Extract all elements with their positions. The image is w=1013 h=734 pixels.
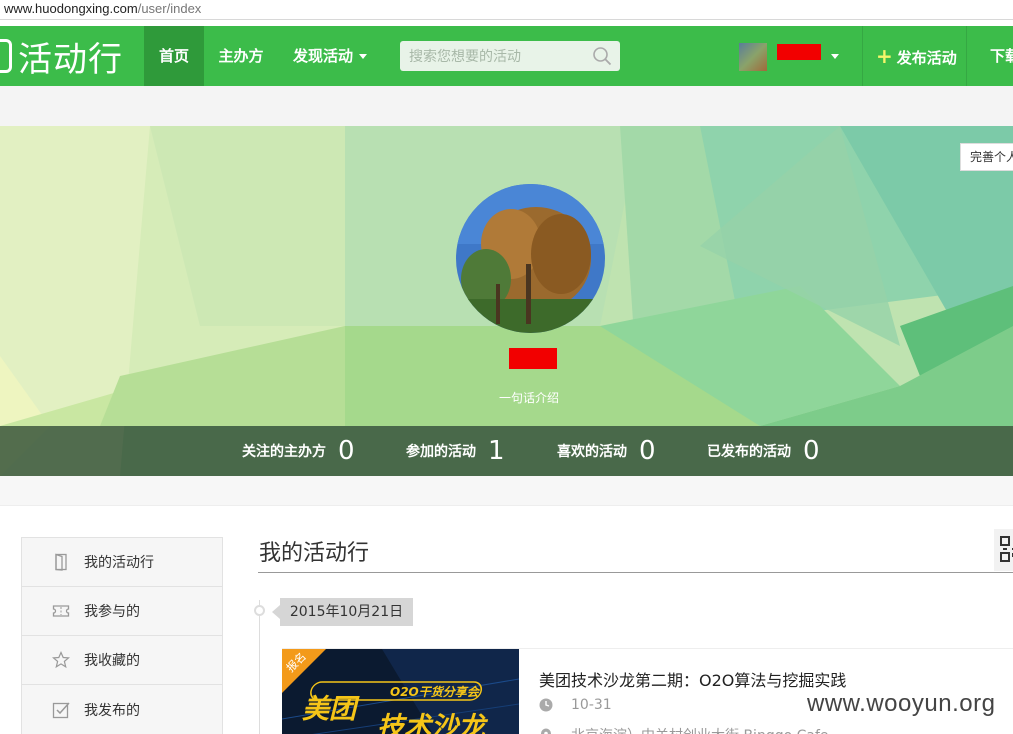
ticket-icon [52,605,70,617]
nav-divider [966,26,967,86]
sidebar-item-label: 我收藏的 [84,653,140,669]
banner-text-salon: 技术沙龙 [377,712,485,734]
location-pin-icon [541,728,551,734]
site-logo[interactable]: 活动行 [0,34,123,80]
sidebar-item-published[interactable]: 我发布的 [22,685,222,734]
sidebar-item-favorites[interactable]: 我收藏的 [22,636,222,685]
page: www.huodongxing.com/user/index 活动行 首页 主办… [0,0,1013,734]
banner-subtitle: O2O干货分享会 [390,685,479,699]
title-underline [258,572,1013,573]
event-location-value: 北京海淀）中关村创业大街·Binggo Cafe [571,725,829,734]
sidebar-item-label: 我的活动行 [84,555,154,571]
address-bar[interactable]: www.huodongxing.com/user/index [0,0,1013,20]
nav-discover-label: 发现活动 [292,47,353,65]
plus-icon: + [876,44,893,68]
stat-value: 1 [488,436,505,466]
stat-followed-organizers[interactable]: 关注的主办方 0 [242,426,355,476]
event-time-value: 10-31 [571,697,612,713]
nav-discover[interactable]: 发现活动 [280,26,380,86]
section-spacer [0,476,1013,506]
user-menu-chevron-icon[interactable] [831,54,839,59]
sidebar-item-joined[interactable]: 我参与的 [22,587,222,636]
nav-organizers[interactable]: 主办方 [204,26,278,86]
url-host: www.huodongxing.com [4,1,138,16]
nav-divider [862,26,863,86]
watermark-text: www.wooyun.org [807,690,996,717]
logo-text: 活动行 [18,39,123,80]
sidebar-item-label: 我发布的 [84,702,140,719]
avatar-photo [456,184,605,333]
event-title-link[interactable]: 美团技术沙龙第二期：O2O算法与挖掘实践 [539,667,846,691]
stat-joined-events[interactable]: 参加的活动 1 [406,426,505,476]
stat-published-events[interactable]: 已发布的活动 0 [707,426,820,476]
stat-label: 参加的活动 [406,444,476,460]
search-box [400,41,620,71]
url-path: /user/index [137,1,202,16]
search-icon[interactable] [592,46,612,66]
stat-liked-events[interactable]: 喜欢的活动 0 [557,426,656,476]
profile-bio[interactable]: 一句话介绍 [0,389,1013,406]
qr-code-icon[interactable] [994,529,1013,571]
publish-event-button[interactable]: + 发布活动 [876,26,957,86]
header-spacer [0,86,1013,126]
top-navbar: 活动行 首页 主办方 发现活动 +发布活动 下载 [0,26,1013,86]
clock-icon [539,698,553,712]
stat-label: 已发布的活动 [707,444,791,460]
profile-stats-bar [0,426,1013,476]
search-input[interactable] [400,41,585,71]
check-icon [52,701,70,718]
main-section-title: 我的活动行 [259,541,370,566]
complete-profile-button[interactable]: 完善个人 [960,143,1013,171]
event-thumbnail[interactable]: 报名 O2O干货分享会 美团 技术沙龙 [282,649,519,734]
timeline-line [259,600,260,734]
stat-label: 喜欢的活动 [557,444,627,460]
stat-value: 0 [803,436,820,466]
sidebar-item-my-huodongxing[interactable]: 我的活动行 [22,538,222,587]
timeline-dot [254,605,265,616]
sidebar-item-label: 我参与的 [84,604,140,620]
redacted-username[interactable] [777,44,821,60]
logo-mark-icon [0,39,12,73]
chevron-down-icon [359,54,367,59]
nav-home[interactable]: 首页 [144,26,204,86]
stat-label: 关注的主办方 [242,444,326,460]
download-link[interactable]: 下载 [990,26,1013,86]
event-time: 10-31 [539,697,612,713]
timeline-date: 2015年10月21日 [272,598,413,626]
user-avatar-small[interactable] [739,43,767,71]
stat-value: 0 [338,436,355,466]
redacted-profile-name [509,348,557,369]
sidebar: 我的活动行 我参与的 我收藏的 我发布的 [21,537,223,734]
door-icon [55,553,67,571]
banner-text-meituan: 美团 [302,694,356,725]
profile-avatar[interactable] [456,184,605,333]
star-icon [52,651,70,669]
publish-label: 发布活动 [896,49,957,67]
stat-value: 0 [639,436,656,466]
event-location: 北京海淀）中关村创业大街·Binggo Cafe [539,725,829,734]
